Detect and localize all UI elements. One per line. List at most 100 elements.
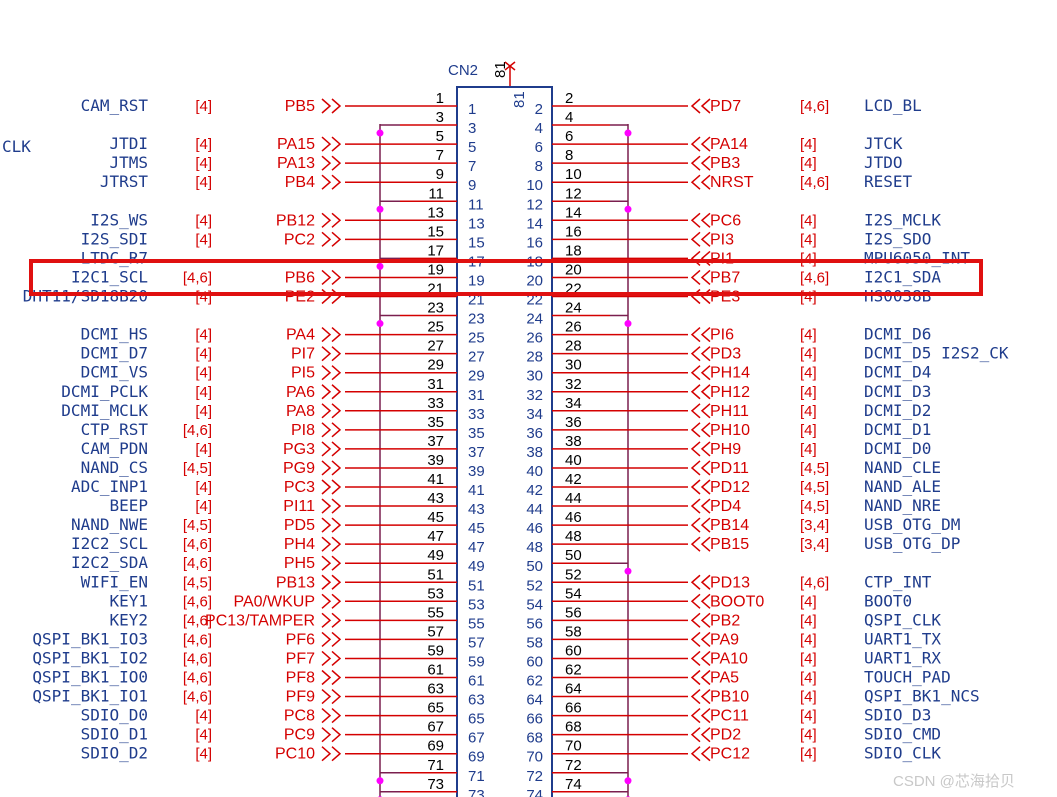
net-label: DCMI_VS <box>81 363 148 382</box>
gpio-label: PF7 <box>286 650 315 667</box>
gpio-label: PE2 <box>285 289 315 306</box>
gpio-label: PI8 <box>291 422 315 439</box>
pin-number-outer: 74 <box>565 776 582 793</box>
port-arrow-icon <box>690 250 701 266</box>
port-arrow-icon <box>700 403 711 419</box>
pin-number-inner: 39 <box>468 463 485 480</box>
net-label: QSPI_BK1_NCS <box>864 687 980 706</box>
port-arrow-icon <box>321 746 332 762</box>
pin-number-inner: 2 <box>535 101 543 118</box>
net-label: USB_OTG_DM <box>864 515 960 534</box>
pin-number-inner: 8 <box>535 158 543 175</box>
port-arrow-icon <box>321 327 332 343</box>
net-label: CTP_RST <box>81 420 149 439</box>
sheet-ref: [4] <box>800 212 817 229</box>
pin-number-outer: 67 <box>427 719 444 736</box>
pin-number-inner: 50 <box>526 558 543 575</box>
pin-number-inner: 27 <box>468 349 485 366</box>
net-label: DCMI_D2 <box>864 401 931 420</box>
pin-number-inner: 30 <box>526 368 543 385</box>
net-label: JTDI <box>109 134 148 153</box>
port-arrow-icon <box>321 574 332 590</box>
edge-text-left: CLK <box>2 137 31 156</box>
sheet-ref: [4,6] <box>183 269 212 286</box>
pin-number-inner: 64 <box>526 692 543 709</box>
pin-number-inner: 42 <box>526 482 543 499</box>
sheet-ref: [4,6] <box>800 98 829 115</box>
port-arrow-icon <box>321 346 332 362</box>
pin-number-outer: 20 <box>565 261 582 278</box>
gpio-label: PC10 <box>275 746 315 763</box>
sheet-ref: [4,6] <box>800 269 829 286</box>
port-arrow-icon <box>331 536 342 552</box>
port-arrow-icon <box>321 650 332 667</box>
gpio-label: PA14 <box>710 136 748 153</box>
pin-number-inner: 67 <box>468 730 485 747</box>
port-arrow-icon <box>331 746 342 762</box>
net-label: KEY1 <box>109 591 148 610</box>
pin-number-inner: 63 <box>468 692 485 709</box>
net-label: DCMI_D5 I2S2_CK <box>864 344 1009 363</box>
pin-number-inner: 58 <box>526 634 543 651</box>
pin-number-outer: 31 <box>427 376 444 393</box>
net-label: UART1_TX <box>864 629 941 648</box>
pin-number-inner: 44 <box>526 501 543 518</box>
gpio-label: PH5 <box>284 555 315 572</box>
junction-dot <box>376 777 384 785</box>
port-arrow-icon <box>700 593 711 609</box>
port-arrow-icon <box>690 708 701 724</box>
sheet-ref: [4] <box>195 498 212 515</box>
port-arrow-icon <box>690 669 701 686</box>
pin-number-outer: 71 <box>427 757 444 774</box>
net-label: SDIO_D1 <box>81 725 148 744</box>
pin-number-inner: 9 <box>468 177 476 194</box>
port-arrow-icon <box>331 174 342 190</box>
pin-number-inner: 57 <box>468 634 485 651</box>
sheet-ref: [4,6] <box>183 536 212 553</box>
port-arrow-icon <box>321 688 332 705</box>
gpio-label: PA5 <box>710 670 739 687</box>
net-label: CAM_PDN <box>81 439 148 458</box>
port-arrow-icon <box>321 212 332 228</box>
gpio-label: PB5 <box>285 98 315 115</box>
sheet-ref: [4,5] <box>183 460 212 477</box>
pin-number-outer: 70 <box>565 738 582 755</box>
pin-number-inner: 45 <box>468 520 485 537</box>
port-arrow-icon <box>321 231 332 247</box>
gpio-label: PF6 <box>286 631 315 648</box>
pin-number-outer: 64 <box>565 681 582 698</box>
port-arrow-icon <box>700 327 711 343</box>
gpio-label: PB13 <box>276 574 315 591</box>
gpio-label: PI5 <box>291 365 315 382</box>
gpio-label: PD3 <box>710 346 741 363</box>
pin-number-outer: 13 <box>427 204 444 221</box>
gpio-label: PH11 <box>710 403 749 420</box>
pin-number-outer: 23 <box>427 300 444 317</box>
sheet-ref: [4] <box>800 384 817 401</box>
pin-number-outer: 17 <box>427 242 444 259</box>
net-label: USB_OTG_DP <box>864 534 960 553</box>
pin-number-inner: 33 <box>468 406 485 423</box>
port-arrow-icon <box>700 98 711 114</box>
port-arrow-icon <box>321 155 332 171</box>
pin-number-outer: 7 <box>436 147 444 164</box>
port-arrow-icon <box>700 346 711 362</box>
pin-number-outer: 54 <box>565 585 582 602</box>
port-arrow-icon <box>690 136 701 152</box>
port-arrow-icon <box>690 688 701 705</box>
sheet-ref: [4,6] <box>183 612 212 629</box>
gpio-label: PC12 <box>710 746 750 763</box>
pin-number-outer: 40 <box>565 452 582 469</box>
pin-number-outer: 61 <box>427 662 444 679</box>
pin-number-outer: 73 <box>427 776 444 793</box>
port-arrow-icon <box>690 174 701 190</box>
pin-number-outer: 16 <box>565 223 582 240</box>
gpio-label: PA13 <box>277 155 315 172</box>
gpio-label: PF8 <box>286 670 315 687</box>
port-arrow-icon <box>700 269 711 286</box>
pin-number-inner: 26 <box>526 330 543 347</box>
pin-number-inner: 70 <box>526 749 543 766</box>
pin-number-outer: 11 <box>428 185 444 202</box>
gpio-label: PC13/TAMPER <box>205 612 315 629</box>
pin-number-inner: 73 <box>468 787 485 797</box>
